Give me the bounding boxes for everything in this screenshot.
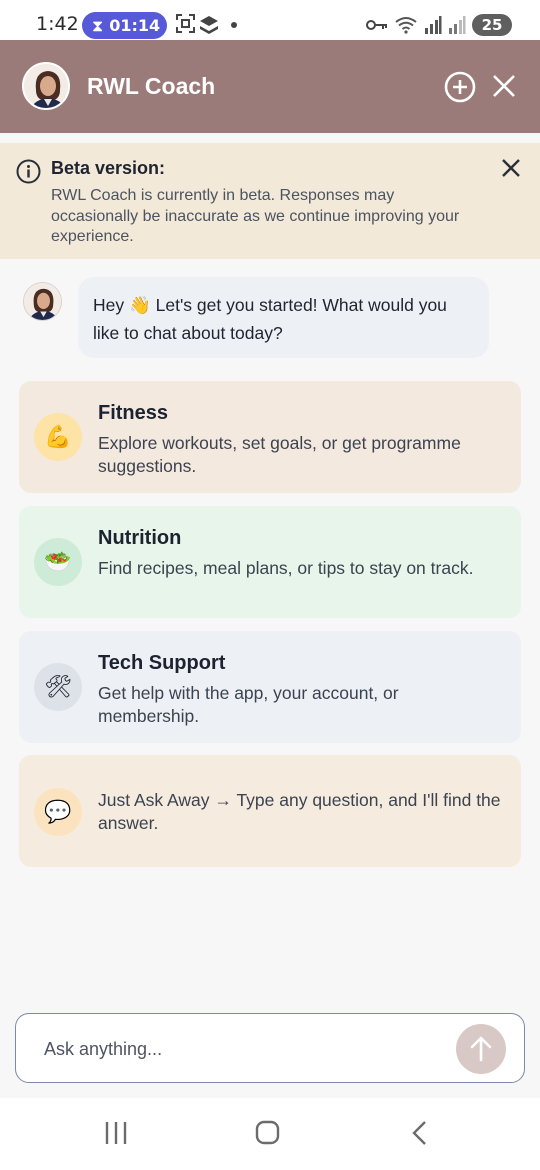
message-avatar [23,282,62,321]
speech-bubble-icon: 💬 [34,788,82,836]
battery-icon: 25 [472,14,512,36]
status-left-icons [176,14,237,34]
option-title: Tech Support [98,652,226,674]
ask-away-option-card[interactable]: 💬 Just Ask Away → Type any question, and… [19,755,521,867]
system-nav-bar [0,1098,540,1170]
tech-support-option-card[interactable]: 🛠 Tech Support Get help with the app, yo… [19,631,521,743]
chat-input-box [15,1013,525,1083]
option-description: Get help with the app, your account, or … [98,683,399,726]
home-icon[interactable] [255,1120,280,1145]
wifi-icon [395,17,417,34]
status-time: 1:42 [36,13,79,35]
option-title: Nutrition [98,527,182,549]
nutrition-option-card[interactable]: 🥗 Nutrition Find recipes, meal plans, or… [19,506,521,618]
salad-icon: 🥗 [34,538,82,586]
chat-header: RWL Coach [0,40,540,133]
coach-message: Hey 👋 Let's get you started! What would … [78,277,489,358]
beta-title: Beta version: [51,158,166,178]
dismiss-beta-button[interactable] [500,157,522,179]
recent-apps-icon[interactable] [104,1120,128,1146]
signal-icon [425,16,442,34]
option-title: Fitness [98,402,169,424]
coach-avatar-image [24,64,68,108]
option-description: Find recipes, meal plans, or tips to sta… [98,558,474,578]
battery-level: 25 [481,16,503,34]
layers-icon [200,16,218,34]
back-icon[interactable] [410,1120,428,1146]
fitness-option-card[interactable]: 💪 Fitness Explore workouts, set goals, o… [19,381,521,493]
timer-chip[interactable]: ⧗ 01:14 [82,12,167,39]
hourglass-icon: ⧗ [92,16,104,35]
key-icon [366,20,387,30]
beta-notice: Beta version: RWL Coach is currently in … [0,143,540,259]
info-icon [16,159,41,184]
signal-icon-2 [449,16,466,34]
send-button[interactable] [456,1024,506,1074]
new-chat-button[interactable] [444,71,476,103]
status-right-icons: 25 [366,14,512,36]
arrow-up-icon [470,1036,492,1062]
status-bar: 1:42 ⧗ 01:14 25 [0,0,540,40]
message-avatar-image [24,283,61,320]
beta-text: RWL Coach is currently in beta. Response… [51,187,460,245]
chat-title: RWL Coach [87,73,216,99]
option-description: Just Ask Away → Type any question, and I… [98,790,501,833]
timer-value: 01:14 [109,16,161,35]
screenshot-icon [176,14,195,33]
chat-input[interactable] [44,1034,444,1064]
coach-avatar [22,62,70,110]
close-chat-button[interactable] [491,73,517,99]
dot-icon [231,22,237,28]
tools-icon: 🛠 [34,663,82,711]
flexed-bicep-icon: 💪 [34,413,82,461]
option-description: Explore workouts, set goals, or get prog… [98,433,461,476]
